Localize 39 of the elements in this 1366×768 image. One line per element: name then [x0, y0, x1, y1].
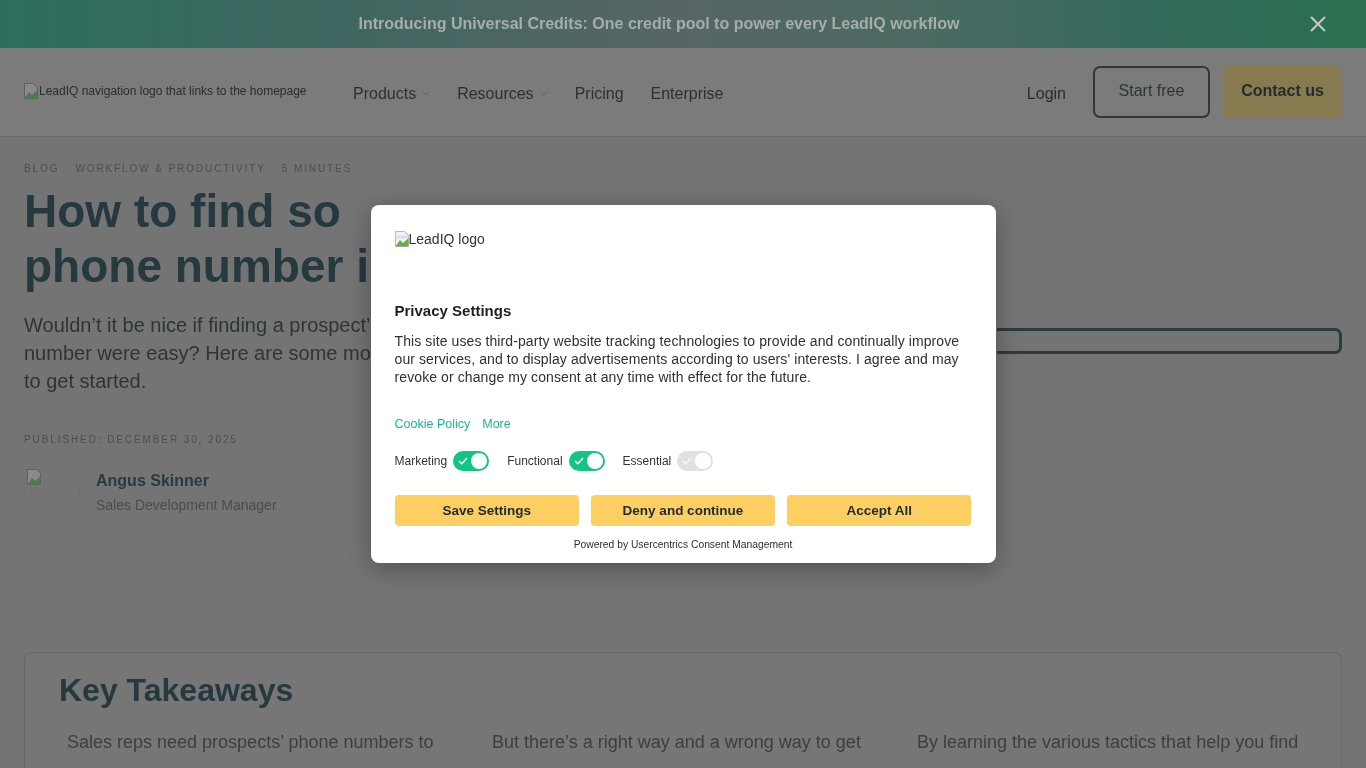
dialog-link[interactable]: Cookie Policy — [394, 416, 471, 432]
key-takeaways-heading: Key Takeaways — [59, 671, 294, 710]
check-icon — [458, 457, 469, 465]
nav-link[interactable]: Products — [353, 84, 431, 103]
author-name: Angus Skinner — [96, 471, 210, 491]
toggle-label: Marketing — [394, 454, 448, 468]
broken-image-icon — [24, 82, 38, 99]
nav-link[interactable]: Pricing — [574, 84, 624, 103]
login-link[interactable]: Login — [1026, 84, 1066, 103]
dialog-title: Privacy Settings — [394, 301, 512, 321]
toggle-label: Functional — [507, 454, 563, 468]
article-title: How to find so phone number i — [24, 184, 369, 294]
toggle-switch[interactable] — [453, 451, 490, 471]
chevron-down-icon — [539, 91, 548, 96]
dialog-link[interactable]: More — [482, 416, 511, 432]
announcement-text[interactable]: Introducing Universal Credits: One credit pool to power every LeadIQ workflow — [358, 15, 960, 33]
close-icon — [1310, 16, 1326, 32]
consent-button[interactable]: Save Settings — [394, 495, 579, 526]
nav-link[interactable]: Enterprise — [650, 84, 724, 103]
input-field[interactable] — [997, 328, 1342, 354]
nav-link[interactable]: Resources — [457, 84, 548, 103]
intro-paragraph: Wouldn’t it be nice if finding a prospect’ number were easy? Here are some mo to get started. — [24, 313, 371, 394]
takeaway-text: But there’s a right way and a wrong way to get — [491, 731, 861, 754]
broken-image-icon — [394, 231, 409, 247]
takeaway-text: Sales reps need prospects’ phone numbers to — [66, 731, 434, 754]
logo-link[interactable]: LeadIQ navigation logo that links to the homepage — [24, 82, 324, 99]
start-free-button[interactable]: Start free — [1093, 66, 1210, 118]
consent-button[interactable]: Accept All — [787, 495, 972, 526]
toggle-label: Essential — [622, 454, 672, 468]
toggle-switch[interactable] — [568, 451, 605, 471]
consent-button[interactable]: Deny and continue — [590, 495, 776, 526]
dialog-description: This site uses third-party website tracking technologies to provide and continually improve our services, and to display advertisements according to users' interests. I agree and may revoke or change my consent at any time with effect for the future. — [394, 332, 961, 386]
logo-alt-text: LeadIQ logo — [408, 231, 485, 247]
check-icon — [573, 457, 584, 465]
contact-us-button[interactable]: Contact us — [1223, 66, 1342, 118]
powered-by-text: Powered by Usercentrics Consent Management — [573, 539, 793, 550]
takeaway-text: By learning the various tactics that help you find — [916, 731, 1299, 754]
broken-image-icon — [27, 469, 41, 485]
chevron-down-icon — [422, 91, 431, 96]
